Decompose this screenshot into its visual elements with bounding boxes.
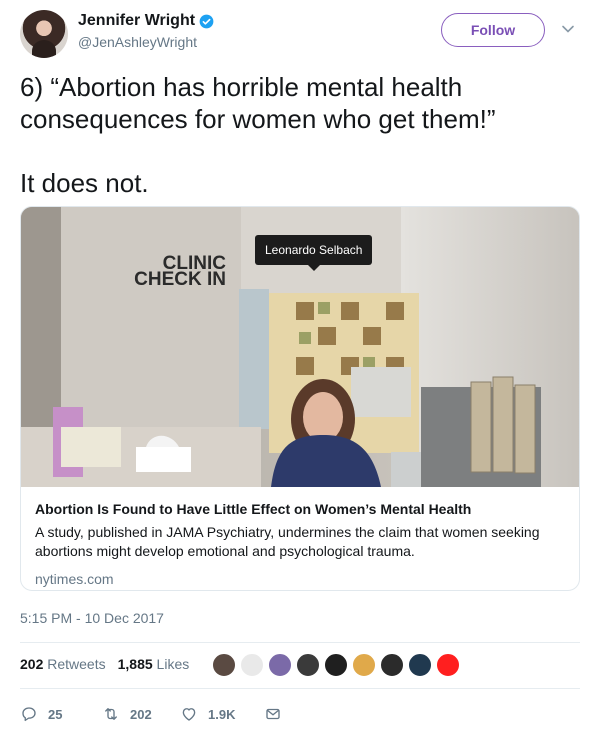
card-body[interactable]: Abortion Is Found to Have Little Effect … bbox=[21, 487, 579, 590]
follow-button[interactable]: Follow bbox=[441, 13, 545, 47]
liker-avatar[interactable] bbox=[435, 652, 461, 678]
reply-icon bbox=[22, 707, 36, 722]
divider bbox=[20, 642, 580, 643]
link-card[interactable]: CLINIC CHECK IN Leonardo Selbach Abortio… bbox=[20, 206, 580, 591]
like-button[interactable]: 1.9K bbox=[180, 705, 264, 723]
tweet-text: 6) “Abortion has horrible mental health … bbox=[20, 71, 575, 199]
direct-message-button[interactable] bbox=[264, 705, 282, 723]
liker-avatar[interactable] bbox=[267, 652, 293, 678]
author-handle[interactable]: @JenAshleyWright bbox=[78, 34, 197, 50]
retweet-button[interactable]: 202 bbox=[102, 705, 180, 723]
retweets-stat[interactable]: 202 Retweets bbox=[20, 656, 106, 672]
liker-avatar[interactable] bbox=[379, 652, 405, 678]
author-name-row: Jennifer Wright bbox=[78, 12, 214, 30]
tweet-text-line: consequences for women who get them!” bbox=[20, 104, 496, 134]
liker-avatar[interactable] bbox=[407, 652, 433, 678]
author-display-name[interactable]: Jennifer Wright bbox=[78, 12, 195, 30]
retweets-label: Retweets bbox=[47, 656, 106, 672]
card-description: A study, published in JAMA Psychiatry, u… bbox=[35, 524, 540, 559]
divider bbox=[20, 688, 580, 689]
reply-count: 25 bbox=[48, 706, 63, 722]
likes-label: Likes bbox=[156, 656, 190, 672]
tweet-text-line: 6) “Abortion has horrible mental health bbox=[20, 72, 463, 102]
liker-avatar[interactable] bbox=[239, 652, 265, 678]
card-domain: nytimes.com bbox=[35, 571, 114, 587]
tweet-timestamp[interactable]: 5:15 PM - 10 Dec 2017 bbox=[20, 610, 164, 626]
liker-avatar[interactable] bbox=[323, 652, 349, 678]
reply-button[interactable]: 25 bbox=[20, 705, 102, 723]
card-title: Abortion Is Found to Have Little Effect … bbox=[35, 501, 472, 517]
author-avatar[interactable] bbox=[20, 10, 68, 58]
verified-badge-icon bbox=[199, 14, 214, 28]
clinic-sign-line2: CHECK IN bbox=[134, 269, 226, 290]
tweet-text-line: It does not. bbox=[20, 168, 149, 198]
liker-avatar[interactable] bbox=[295, 652, 321, 678]
envelope-icon bbox=[266, 708, 280, 720]
liker-avatar[interactable] bbox=[351, 652, 377, 678]
likes-count: 1,885 bbox=[117, 656, 153, 672]
retweet-icon bbox=[105, 708, 117, 720]
likes-stat[interactable]: 1,885 Likes bbox=[118, 656, 190, 672]
liker-avatar[interactable] bbox=[211, 652, 237, 678]
retweets-count: 202 bbox=[20, 656, 44, 672]
heart-icon bbox=[182, 708, 196, 721]
tweet-actions: 25 202 1.9K bbox=[20, 702, 282, 726]
photo-credit-tooltip: Leonardo Selbach bbox=[255, 235, 373, 271]
chevron-down-icon[interactable] bbox=[561, 22, 575, 36]
tweet-stats: 202 Retweets 1,885 Likes bbox=[20, 656, 201, 672]
retweet-count: 202 bbox=[130, 706, 152, 722]
tweet-header: Jennifer Wright @JenAshleyWright Follow bbox=[20, 10, 580, 60]
like-count: 1.9K bbox=[208, 706, 236, 722]
likers-avatars bbox=[211, 652, 463, 678]
card-photo[interactable]: CLINIC CHECK IN Leonardo Selbach bbox=[21, 207, 579, 487]
